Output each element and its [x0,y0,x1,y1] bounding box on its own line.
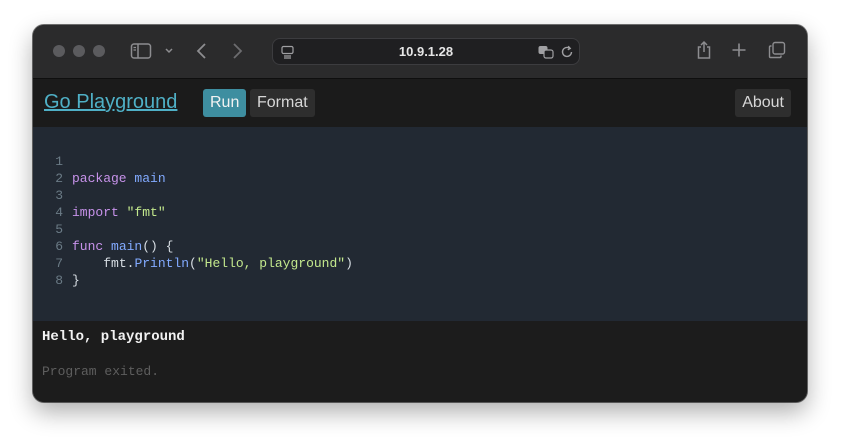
share-icon[interactable] [696,40,712,60]
browser-window: 10.9.1.28 Go Playground Run Format About… [33,25,807,402]
url-text[interactable]: 10.9.1.28 [273,44,579,59]
back-arrow-icon[interactable] [195,42,209,60]
code-line: 8 [33,255,80,288]
forward-arrow-icon[interactable] [230,42,244,60]
code-line: 3 import "fmt" [33,170,165,220]
code-line: 7 } [33,238,80,288]
code-editor[interactable]: 1 package main 2 3 import "fmt" 4 5 func… [33,127,807,321]
run-button[interactable]: Run [203,89,247,117]
close-window-button[interactable] [53,45,65,57]
browser-toolbar: 10.9.1.28 [33,25,807,79]
address-bar[interactable]: 10.9.1.28 [272,38,580,65]
about-button[interactable]: About [735,89,791,117]
punctuation-token: ( [189,256,197,271]
playground-logo-link[interactable]: Go Playground [44,91,177,114]
punctuation-token: ) [345,256,353,271]
program-status: Program exited. [42,364,160,379]
sidebar-toggle-icon[interactable] [130,42,152,60]
punctuation-token: () { [142,239,174,254]
package-token: fmt [103,256,127,271]
line-number: 8 [55,273,63,288]
identifier-token: main [134,171,166,186]
keyword-token: package [72,171,127,186]
new-tab-icon[interactable] [731,42,747,58]
code-line: 4 [33,187,80,220]
playground-header: Go Playground Run Format About [33,79,807,127]
output-panel: Hello, playground Program exited. [33,321,807,402]
code-line: 6 fmt.Println("Hello, playground") [33,221,353,271]
identifier-token: main [111,239,143,254]
format-button[interactable]: Format [250,89,315,117]
zoom-window-button[interactable] [93,45,105,57]
reload-icon[interactable] [560,45,574,59]
translate-icon[interactable] [538,45,554,59]
program-output: Hello, playground [42,329,185,345]
string-token: "fmt" [126,205,166,220]
minimize-window-button[interactable] [73,45,85,57]
function-token: Println [134,256,190,271]
code-line: 2 [33,153,80,186]
code-line: 5 func main() { [33,204,173,254]
code-line: 1 package main [33,136,165,186]
tab-overview-icon[interactable] [768,41,786,59]
string-token: "Hello, playground" [196,256,346,271]
chevron-down-icon[interactable] [164,47,174,55]
